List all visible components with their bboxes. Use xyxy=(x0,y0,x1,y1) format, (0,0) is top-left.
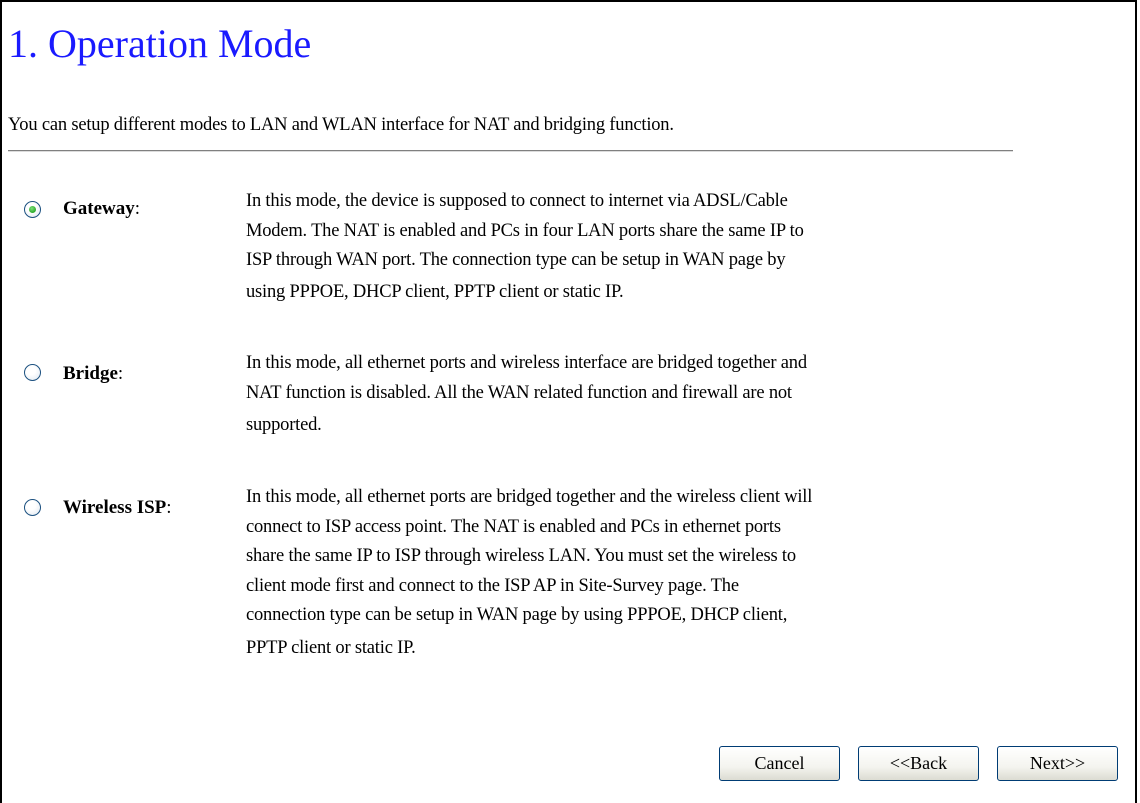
bridge-label[interactable]: Bridge: xyxy=(63,360,123,388)
wireless-isp-description: In this mode, all ethernet ports are bri… xyxy=(246,483,1006,663)
description-line: supported. xyxy=(246,415,322,435)
gateway-description: In this mode, the device is supposed to … xyxy=(246,187,1006,307)
description-line: using PPPOE, DHCP client, PPTP client or… xyxy=(246,281,624,302)
cancel-button[interactable]: Cancel xyxy=(719,746,840,781)
gateway-label[interactable]: Gateway: xyxy=(63,195,140,223)
description-line: share the same IP to ISP through wireles… xyxy=(246,546,796,566)
mode-label-text: Gateway xyxy=(63,198,135,219)
description-line: ISP through WAN port. The connection typ… xyxy=(246,250,786,270)
mode-label-text: Wireless ISP xyxy=(63,497,167,518)
divider xyxy=(8,150,1013,152)
mode-label-text: Bridge xyxy=(63,363,118,384)
description-line: connect to ISP access point. The NAT is … xyxy=(246,516,781,537)
next-button[interactable]: Next>> xyxy=(997,746,1118,781)
back-button[interactable]: <<Back xyxy=(858,746,979,781)
bridge-description: In this mode, all ethernet ports and wir… xyxy=(246,349,1006,441)
description-line: NAT function is disabled. All the WAN re… xyxy=(246,382,792,403)
wireless-isp-label[interactable]: Wireless ISP: xyxy=(63,494,172,522)
page-title: 1. Operation Mode xyxy=(8,21,312,66)
radio-selected-dot xyxy=(29,206,36,213)
bridge-radio[interactable] xyxy=(24,364,41,381)
description-line: In this mode, all ethernet ports and wir… xyxy=(246,353,807,373)
description-line: Modem. The NAT is enabled and PCs in fou… xyxy=(246,220,804,241)
wireless-isp-radio[interactable] xyxy=(24,499,41,516)
description-line: connection type can be setup in WAN page… xyxy=(246,605,788,625)
description-line: PPTP client or static IP. xyxy=(246,637,416,658)
description-line: In this mode, all ethernet ports are bri… xyxy=(246,487,813,507)
gateway-radio[interactable] xyxy=(24,201,41,218)
description-line: client mode first and connect to the ISP… xyxy=(246,575,739,596)
intro-text: You can setup different modes to LAN and… xyxy=(8,115,674,135)
description-line: In this mode, the device is supposed to … xyxy=(246,191,788,211)
